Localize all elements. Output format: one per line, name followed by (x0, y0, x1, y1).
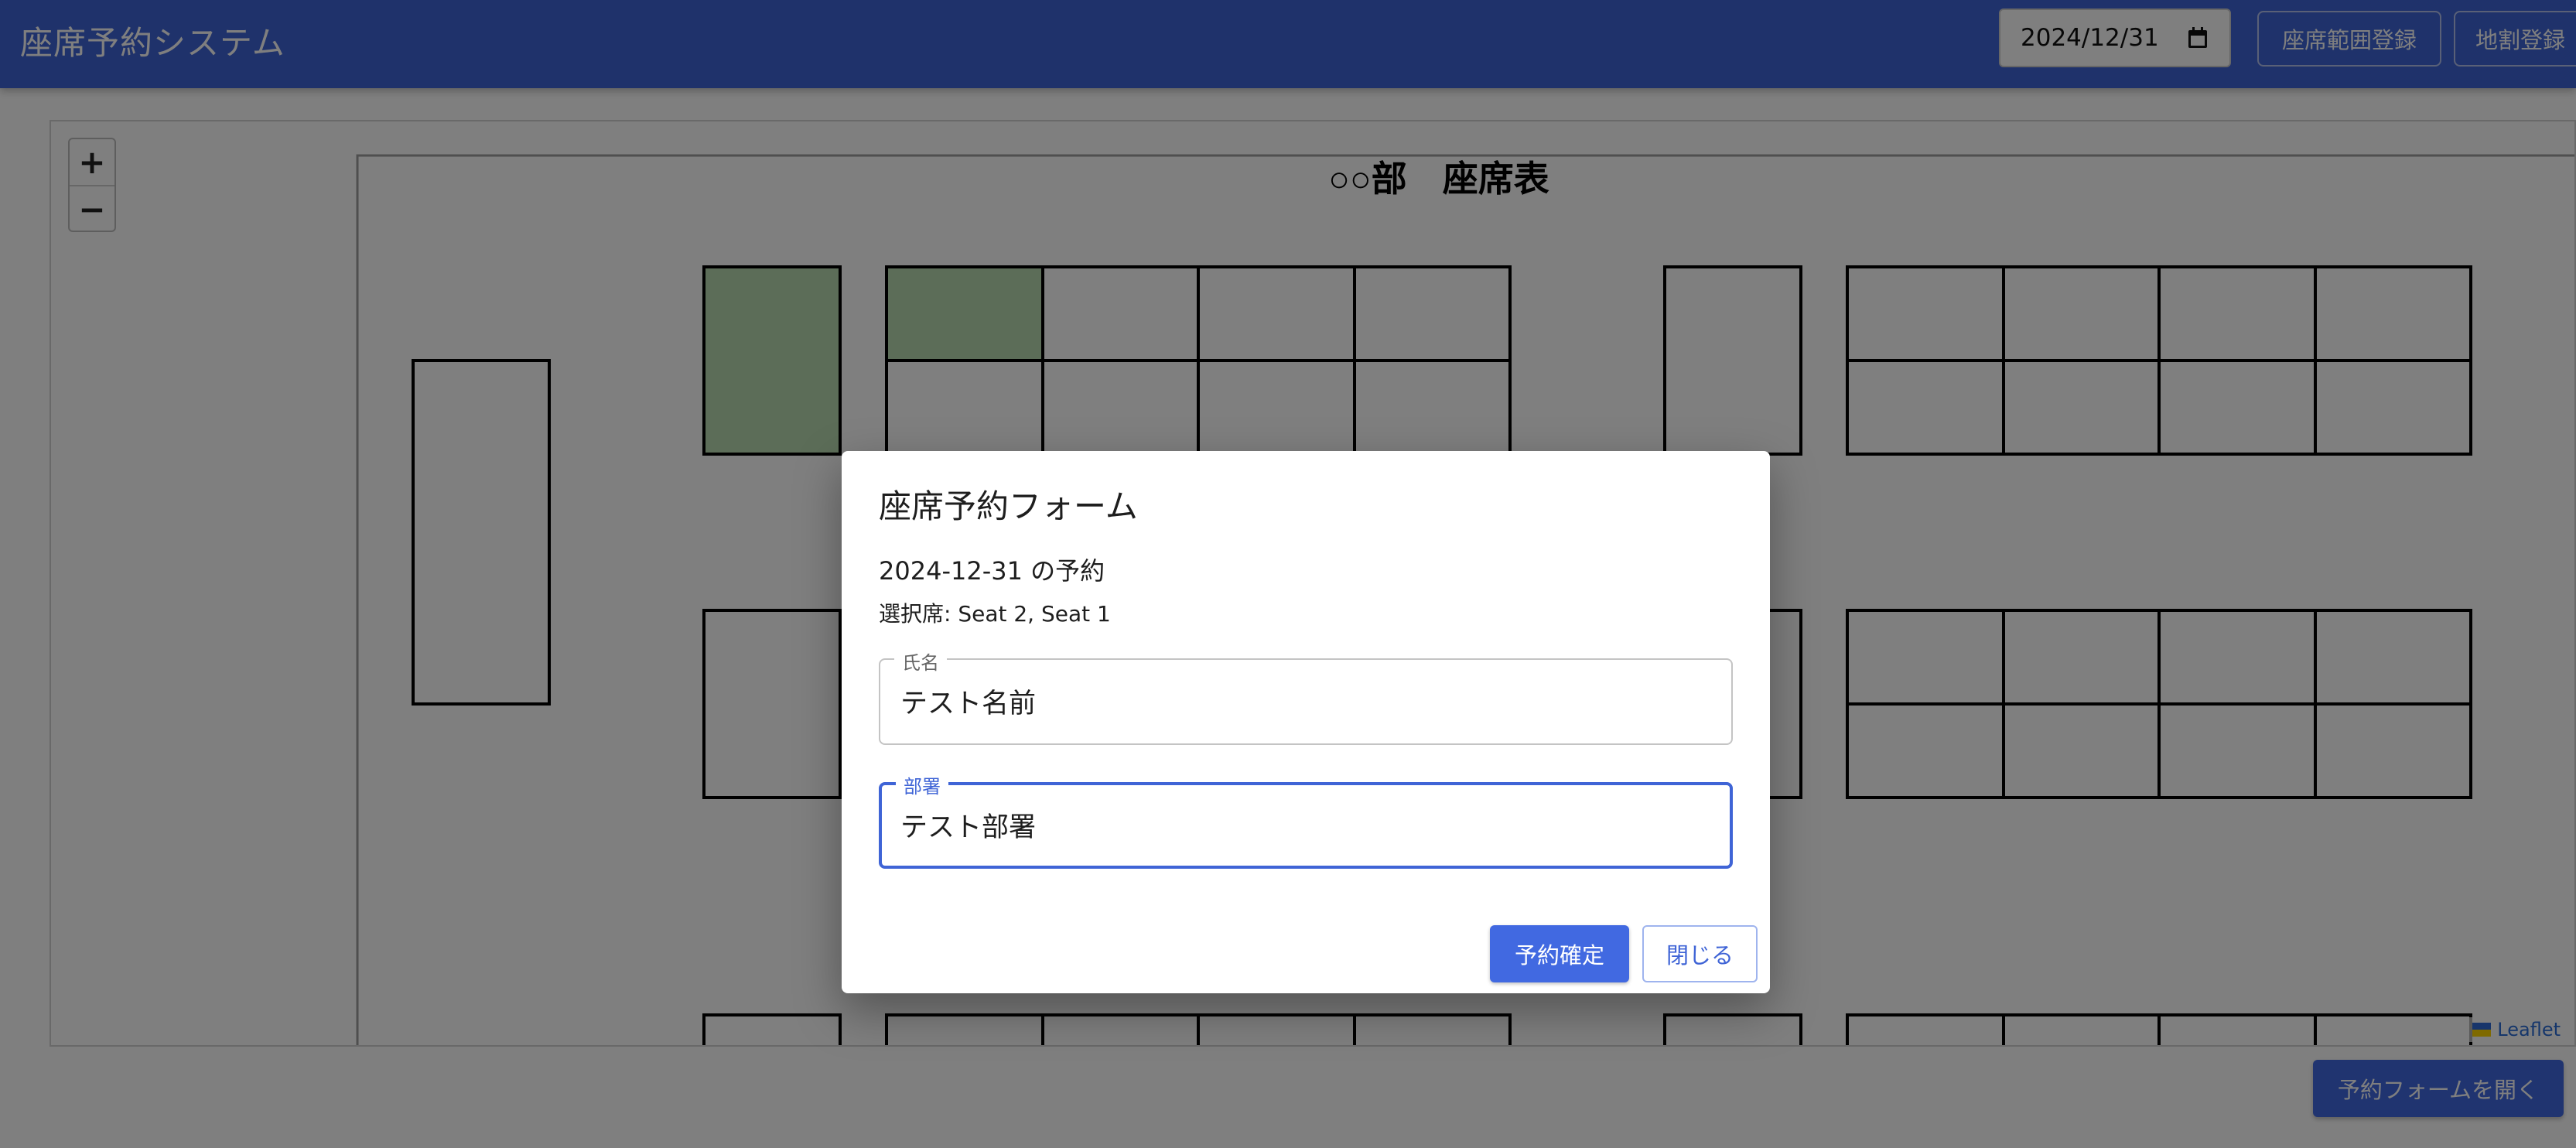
selected-seats: 選択席: Seat 2, Seat 1 (879, 601, 1111, 627)
department-field[interactable]: 部署 テスト部署 (879, 771, 1733, 869)
reservation-date: 2024-12-31 の予約 (879, 556, 1105, 586)
close-button[interactable]: 閉じる (1642, 925, 1758, 982)
name-field[interactable]: 氏名 テスト名前 (879, 647, 1733, 745)
confirm-reservation-button[interactable]: 予約確定 (1490, 925, 1629, 982)
department-field-label: 部署 (896, 771, 948, 798)
reservation-dialog: 座席予約フォーム 2024-12-31 の予約 選択席: Seat 2, Sea… (842, 451, 1770, 993)
name-field-label: 氏名 (894, 647, 947, 675)
department-field-value[interactable]: テスト部署 (900, 805, 1036, 845)
dialog-title: 座席予約フォーム (879, 487, 1138, 525)
name-field-value[interactable]: テスト名前 (900, 682, 1036, 721)
